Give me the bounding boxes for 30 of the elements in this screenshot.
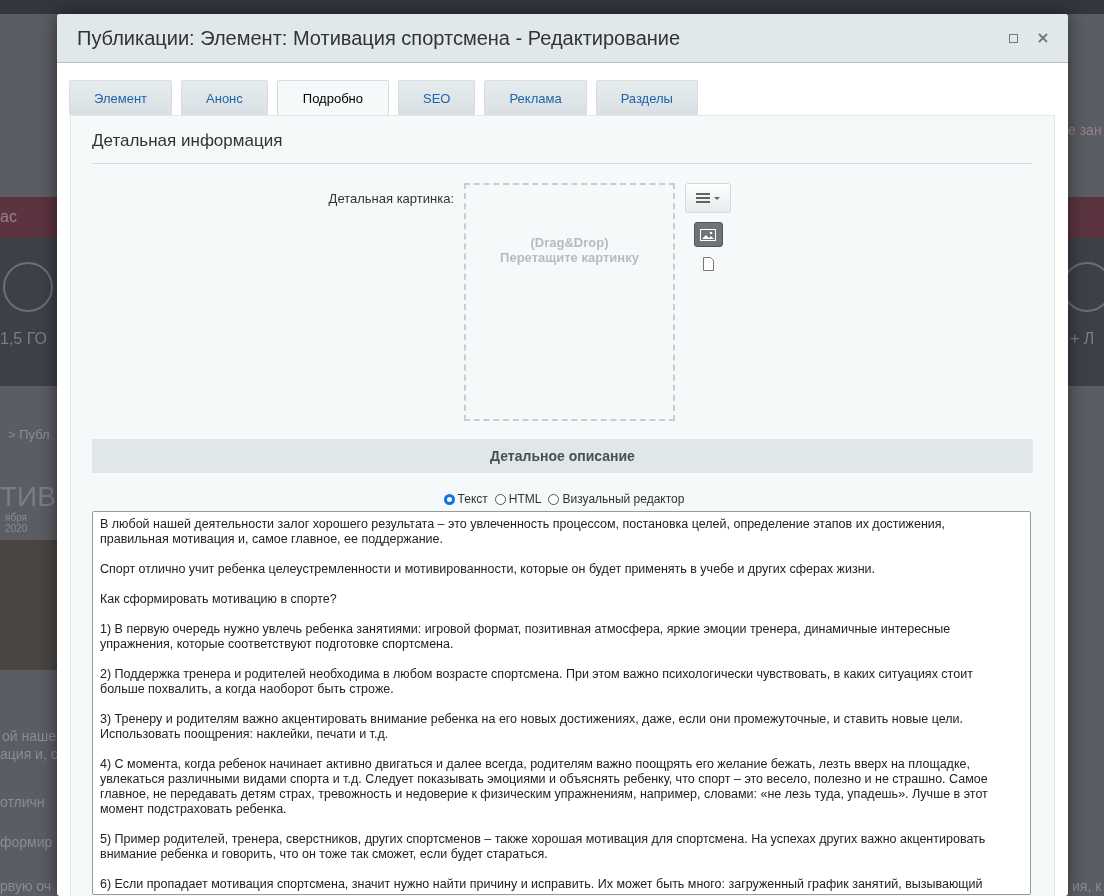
maximize-button[interactable] xyxy=(1009,33,1018,43)
radio-label[interactable]: Текст xyxy=(457,492,488,506)
radio-label[interactable]: HTML xyxy=(508,492,542,506)
image-icon xyxy=(700,228,716,241)
radio-button[interactable] xyxy=(548,493,560,505)
tab[interactable]: SEO xyxy=(398,80,476,115)
close-button[interactable] xyxy=(1038,33,1048,43)
page-text: ас xyxy=(0,208,17,226)
file-icon[interactable] xyxy=(702,257,714,271)
section-title: Детальная информация xyxy=(92,116,1033,164)
menu-icon xyxy=(694,192,722,204)
radio-label[interactable]: Визуальный редактор xyxy=(562,492,685,506)
drop-text: Перетащите картинку xyxy=(500,250,639,265)
tab[interactable]: Разделы xyxy=(595,80,698,115)
window-title: Публикации: Элемент: Мотивация спортсмена - Редактирование xyxy=(77,26,682,50)
page-text: 1,5 ГО xyxy=(0,330,47,348)
tab[interactable]: Реклама xyxy=(484,80,587,115)
tab[interactable]: Анонс xyxy=(181,80,268,115)
radio-button[interactable] xyxy=(443,493,455,505)
field-label: Детальная картинка: xyxy=(327,190,455,206)
section-header: Детальное описание xyxy=(92,439,1033,473)
drop-hint: (Drag&Drop) xyxy=(530,235,609,250)
description-text: В любой нашей деятельности залог хорошего результата – это увлеченность процессом, постановка целей, определение этапов их достижения, правильная мотивация и, самое главное, ее поддержание. Спорт отлично учит ребенка целеустремленности и мотивированности, которые он будет применять в учебе и других сферах жизни. Как сформировать мотивацию в спорте? 1) В первую очередь нужно увлечь ребенка занятиями: игровой формат, позитивная атмосфера, яркие эмоции тренера, динамичные интересные упражнения, которые соответствуют подготовке спортсмена. 2) Поддержка тренера и родителей необходима в любом возрасте спортсмена. При этом важно психологически чувствовать, в каких ситуациях стоит больше похвалить, а когда наоборот быть строже. 3) Тренеру и родителям важно акцентировать внимание ребенка на его новых достижениях, даже, если они промежуточные, и ставить новые цели. Использовать поощрения: наклейки, печати и т.д. 4) С момента, когда ребенок начинает активно двигаться и далее всегда, родителям важно поощрять его желание бежать, лезть вверх на площадке, увлекаться различными видами спорта и т.д. Следует показывать эмоциями и объяснять ребенку, что спорт – это весело, полезно и не страшно. Самое главное, не передавать детям страх, тревожность и недоверие к физическим упражнениям, например, словами: «не лезь туда, упадешь». Лучше в этот момент подстраховать ребенка. 5) Пример родителей, тренера, сверстников, других спортсменов – также хорошая мотивация для спортсмена. На успехах других важно акцентировать внимание ребенка и говорить, что он тоже так сможет, если будет стараться. 6) Если пропадает мотивация спортсмена, значит нужно найти причину и исправить. Их может быть много: загруженный график занятий, вызывающий xyxy=(100,517,989,892)
radio-button[interactable] xyxy=(494,493,506,505)
tab[interactable]: Элемент xyxy=(69,80,173,115)
page-text: + Л xyxy=(1070,330,1095,348)
tab[interactable]: Подробно xyxy=(276,80,389,115)
menu-button[interactable] xyxy=(685,183,731,213)
page-text: е зан xyxy=(1068,122,1102,138)
image-button[interactable] xyxy=(693,222,723,247)
